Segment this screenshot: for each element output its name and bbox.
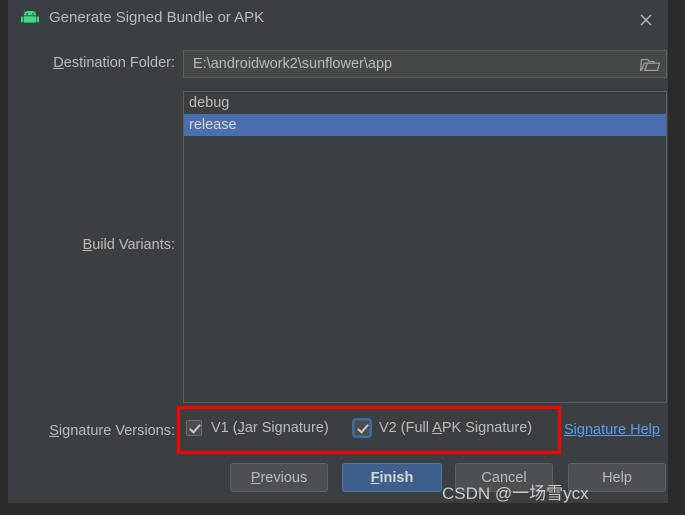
checkbox-v2-box[interactable]	[354, 420, 370, 436]
signature-versions-label: Signature Versions:	[8, 423, 175, 439]
android-robot-icon	[21, 10, 39, 27]
build-variants-label: Build Variants:	[8, 237, 175, 253]
checkbox-v1-mnemonic: J	[237, 420, 245, 436]
signature-help-link[interactable]: Signature Help	[564, 422, 660, 438]
previous-button-label: revious	[260, 469, 308, 486]
checkbox-v2-full-apk-signature[interactable]: V2 (Full APK Signature)	[354, 420, 532, 436]
finish-button-label: inish	[379, 469, 414, 486]
destination-folder-label: Destination Folder:	[8, 55, 175, 71]
previous-button[interactable]: Previous	[230, 463, 328, 492]
checkbox-v2-mnemonic: A	[432, 420, 442, 436]
help-button[interactable]: Help	[568, 463, 666, 492]
destination-label-mnemonic: D	[53, 55, 64, 71]
checkbox-v2-suffix: PK Signature)	[441, 420, 533, 436]
checkbox-v1-suffix: ar Signature)	[244, 420, 329, 436]
build-variants-label-mnemonic: B	[82, 237, 93, 253]
destination-folder-value: E:\androidwork2\sunflower\app	[193, 56, 393, 72]
checkbox-v2-label: V2 (Full APK Signature)	[379, 420, 532, 436]
list-item[interactable]: debug	[184, 92, 666, 114]
finish-button[interactable]: Finish	[342, 463, 442, 492]
signature-versions-label-rest: ignature Versions:	[58, 423, 175, 439]
folder-icon[interactable]	[639, 56, 661, 73]
destination-label-rest: estination Folder:	[63, 55, 175, 71]
checkbox-v1-box[interactable]	[186, 420, 202, 436]
generate-signed-bundle-dialog: Generate Signed Bundle or APK Destinatio…	[8, 0, 668, 503]
build-variants-list[interactable]: debug release	[183, 91, 667, 403]
signature-versions-label-mnemonic: S	[49, 423, 59, 439]
help-button-label: Help	[602, 469, 632, 486]
dialog-title: Generate Signed Bundle or APK	[49, 9, 265, 26]
close-icon[interactable]	[634, 8, 658, 32]
build-variants-label-rest: uild Variants:	[92, 237, 175, 253]
previous-button-mnemonic: P	[250, 469, 261, 486]
cancel-button[interactable]: Cancel	[455, 463, 553, 492]
checkbox-v1-jar-signature[interactable]: V1 (Jar Signature)	[186, 420, 329, 436]
checkbox-v1-label: V1 (Jar Signature)	[211, 420, 329, 436]
checkbox-v2-prefix: V2 (Full	[379, 420, 433, 436]
dialog-titlebar: Generate Signed Bundle or APK	[8, 0, 668, 38]
finish-button-mnemonic: F	[370, 469, 380, 486]
list-item[interactable]: release	[184, 114, 666, 136]
cancel-button-label: Cancel	[481, 469, 527, 486]
screen-background: Generate Signed Bundle or APK Destinatio…	[0, 0, 685, 515]
checkbox-v1-prefix: V1 (	[211, 420, 238, 436]
destination-folder-input[interactable]: E:\androidwork2\sunflower\app	[183, 50, 667, 78]
